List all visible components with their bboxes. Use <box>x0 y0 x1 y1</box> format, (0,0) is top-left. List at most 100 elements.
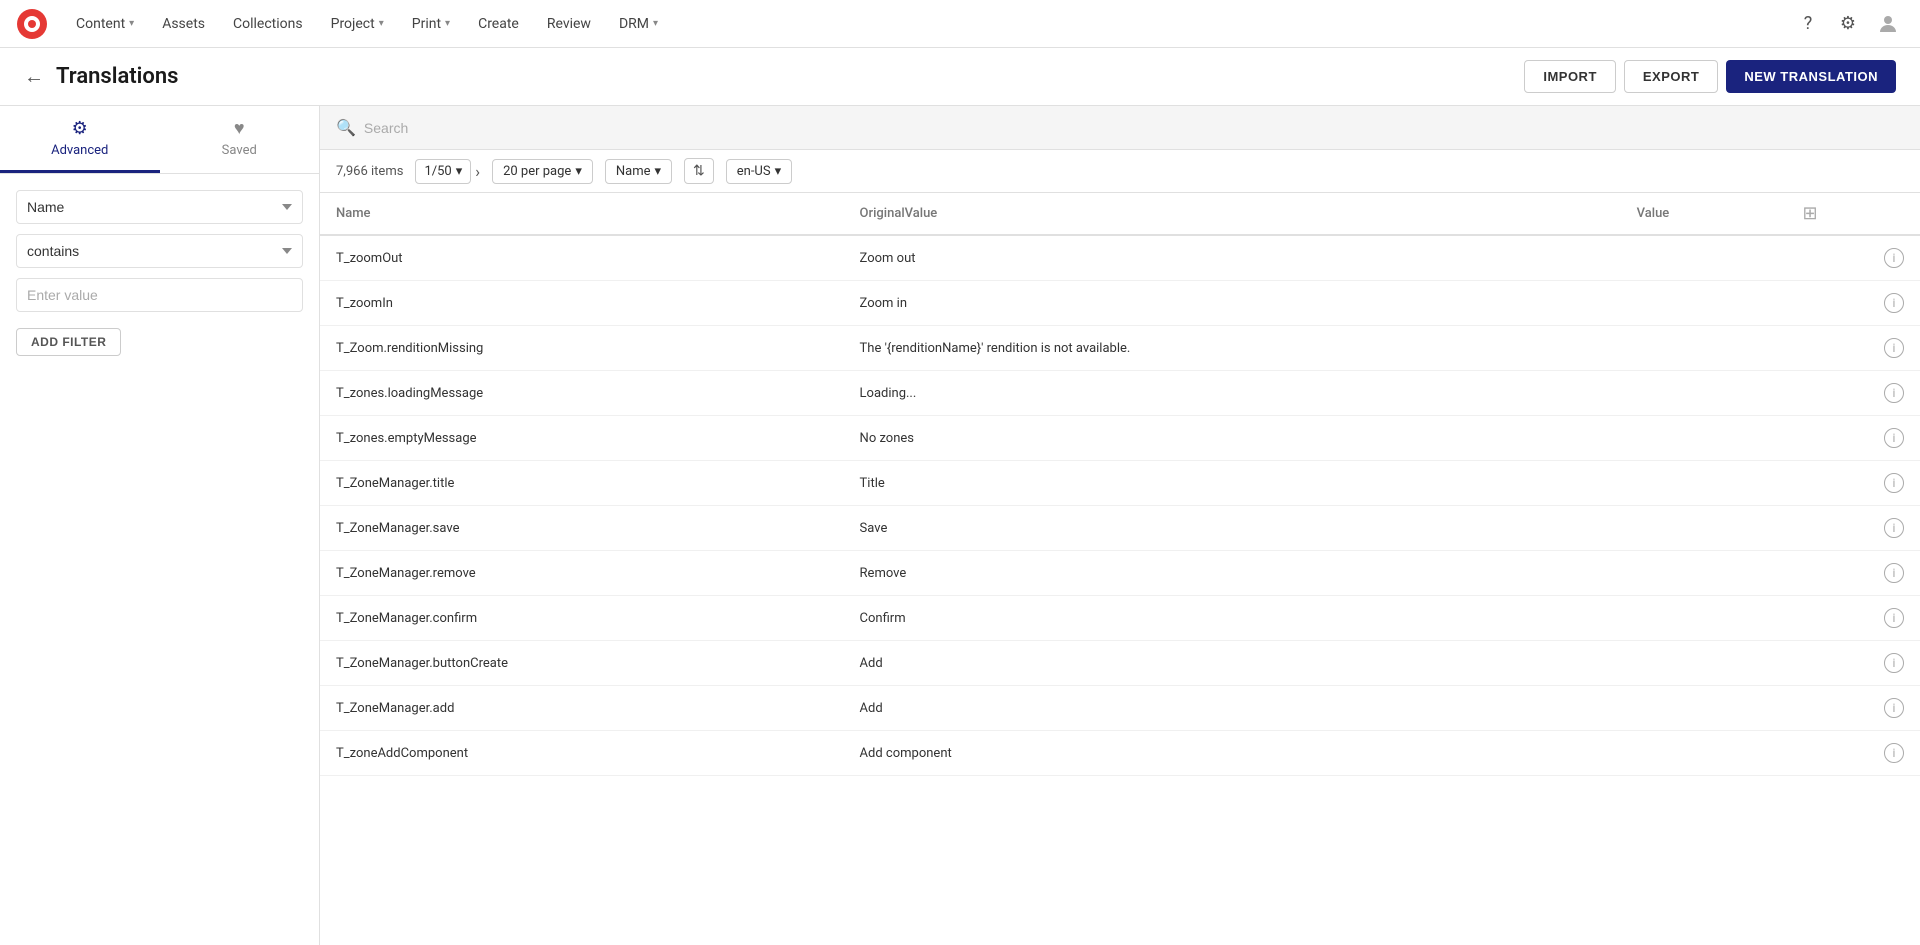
table-row[interactable]: T_zoomIn Zoom in i <box>320 281 1920 326</box>
locale-dropdown[interactable]: en-US ▾ <box>726 159 792 184</box>
columns-icon[interactable]: ⊞ <box>1803 203 1818 224</box>
cell-original: Remove <box>844 551 1621 596</box>
info-icon[interactable]: i <box>1884 518 1904 538</box>
info-icon[interactable]: i <box>1884 698 1904 718</box>
add-filter-button[interactable]: ADD FILTER <box>16 328 121 356</box>
cell-info: i <box>1787 641 1920 686</box>
page-header: ← Translations IMPORT EXPORT NEW TRANSLA… <box>0 48 1920 106</box>
table-row[interactable]: T_zones.emptyMessage No zones i <box>320 416 1920 461</box>
info-icon[interactable]: i <box>1884 563 1904 583</box>
new-translation-button[interactable]: NEW TRANSLATION <box>1726 60 1896 93</box>
page-title: Translations <box>56 64 178 89</box>
sidebar-tabs: ⚙ Advanced ♥ Saved <box>0 106 319 174</box>
cell-name: T_zones.loadingMessage <box>320 371 844 416</box>
info-icon[interactable]: i <box>1884 248 1904 268</box>
settings-icon-button[interactable]: ⚙ <box>1832 8 1864 40</box>
sidebar: ⚙ Advanced ♥ Saved Name OriginalValue Va… <box>0 106 320 945</box>
cell-value <box>1621 461 1787 506</box>
cell-value <box>1621 641 1787 686</box>
nav-drm[interactable]: DRM ▾ <box>607 8 670 40</box>
filter-field-select[interactable]: Name OriginalValue Value <box>16 190 303 224</box>
current-page-label: 1/50 <box>424 164 451 179</box>
table-row[interactable]: T_ZoneManager.remove Remove i <box>320 551 1920 596</box>
cell-name: T_Zoom.renditionMissing <box>320 326 844 371</box>
cell-info: i <box>1787 551 1920 596</box>
info-icon[interactable]: i <box>1884 653 1904 673</box>
col-header-icon: ⊞ <box>1787 193 1920 235</box>
info-icon[interactable]: i <box>1884 608 1904 628</box>
help-icon-button[interactable]: ? <box>1792 8 1824 40</box>
tab-advanced[interactable]: ⚙ Advanced <box>0 106 160 173</box>
tab-saved[interactable]: ♥ Saved <box>160 106 320 173</box>
nav-collections[interactable]: Collections <box>221 8 315 40</box>
heart-icon: ♥ <box>234 118 245 139</box>
table-header-row: Name OriginalValue Value ⊞ <box>320 193 1920 235</box>
sort-dropdown[interactable]: Name ▾ <box>605 159 672 184</box>
nav-content[interactable]: Content ▾ <box>64 8 146 40</box>
cell-info: i <box>1787 461 1920 506</box>
import-button[interactable]: IMPORT <box>1524 60 1616 93</box>
table-row[interactable]: T_ZoneManager.add Add i <box>320 686 1920 731</box>
table-row[interactable]: T_ZoneManager.buttonCreate Add i <box>320 641 1920 686</box>
info-icon[interactable]: i <box>1884 338 1904 358</box>
cell-value <box>1621 731 1787 776</box>
col-header-value: Value <box>1621 193 1787 235</box>
info-icon[interactable]: i <box>1884 383 1904 403</box>
cell-name: T_ZoneManager.buttonCreate <box>320 641 844 686</box>
next-page-button[interactable]: › <box>475 162 480 181</box>
sort-direction-button[interactable]: ⇅ <box>684 158 714 184</box>
info-icon[interactable]: i <box>1884 293 1904 313</box>
chevron-down-icon: ▾ <box>129 18 134 29</box>
filter-operator-select[interactable]: contains equals starts with ends with <box>16 234 303 268</box>
cell-original: Title <box>844 461 1621 506</box>
sort-field-label: Name <box>616 164 651 179</box>
cell-info: i <box>1787 416 1920 461</box>
chevron-down-icon: ▾ <box>653 18 658 29</box>
info-icon[interactable]: i <box>1884 428 1904 448</box>
back-button[interactable]: ← <box>24 64 44 89</box>
user-avatar[interactable] <box>1872 8 1904 40</box>
chevron-down-icon: ▾ <box>445 18 450 29</box>
search-input[interactable] <box>364 120 1904 136</box>
export-button[interactable]: EXPORT <box>1624 60 1718 93</box>
table-container: Name OriginalValue Value ⊞ T_zoomOut Zoo… <box>320 193 1920 945</box>
filter-value-input[interactable] <box>16 278 303 312</box>
table-row[interactable]: T_Zoom.renditionMissing The '{renditionN… <box>320 326 1920 371</box>
cell-name: T_zoneAddComponent <box>320 731 844 776</box>
cell-original: Confirm <box>844 596 1621 641</box>
toolbar: 7,966 items 1/50 ▾ › 20 per page ▾ Name … <box>320 150 1920 193</box>
cell-value <box>1621 281 1787 326</box>
tab-advanced-label: Advanced <box>51 143 108 158</box>
sidebar-content: Name OriginalValue Value contains equals… <box>0 174 319 372</box>
nav-assets[interactable]: Assets <box>150 8 217 40</box>
cell-original: Zoom out <box>844 235 1621 281</box>
table-row[interactable]: T_zones.loadingMessage Loading... i <box>320 371 1920 416</box>
cell-name: T_ZoneManager.confirm <box>320 596 844 641</box>
info-icon[interactable]: i <box>1884 743 1904 763</box>
cell-original: Add <box>844 641 1621 686</box>
per-page-dropdown[interactable]: 20 per page ▾ <box>492 159 593 184</box>
info-icon[interactable]: i <box>1884 473 1904 493</box>
table-row[interactable]: T_ZoneManager.confirm Confirm i <box>320 596 1920 641</box>
nav-create[interactable]: Create <box>466 8 531 40</box>
nav-review[interactable]: Review <box>535 8 603 40</box>
filter-operator-row: contains equals starts with ends with <box>16 234 303 268</box>
filter-icon: ⚙ <box>72 118 88 139</box>
page-select-dropdown[interactable]: 1/50 ▾ <box>415 159 471 184</box>
cell-info: i <box>1787 235 1920 281</box>
nav-project[interactable]: Project ▾ <box>319 8 396 40</box>
table-row[interactable]: T_zoneAddComponent Add component i <box>320 731 1920 776</box>
filter-value-row <box>16 278 303 312</box>
table-row[interactable]: T_ZoneManager.title Title i <box>320 461 1920 506</box>
items-count: 7,966 items <box>336 164 403 179</box>
nav-items: Content ▾ Assets Collections Project ▾ P… <box>64 8 1792 40</box>
page-header-left: ← Translations <box>24 64 178 89</box>
cell-info: i <box>1787 281 1920 326</box>
app-logo[interactable] <box>16 8 48 40</box>
nav-print[interactable]: Print ▾ <box>400 8 462 40</box>
table-row[interactable]: T_ZoneManager.save Save i <box>320 506 1920 551</box>
main-layout: ⚙ Advanced ♥ Saved Name OriginalValue Va… <box>0 106 1920 945</box>
col-header-original: OriginalValue <box>844 193 1621 235</box>
filter-field-row: Name OriginalValue Value <box>16 190 303 224</box>
table-row[interactable]: T_zoomOut Zoom out i <box>320 235 1920 281</box>
